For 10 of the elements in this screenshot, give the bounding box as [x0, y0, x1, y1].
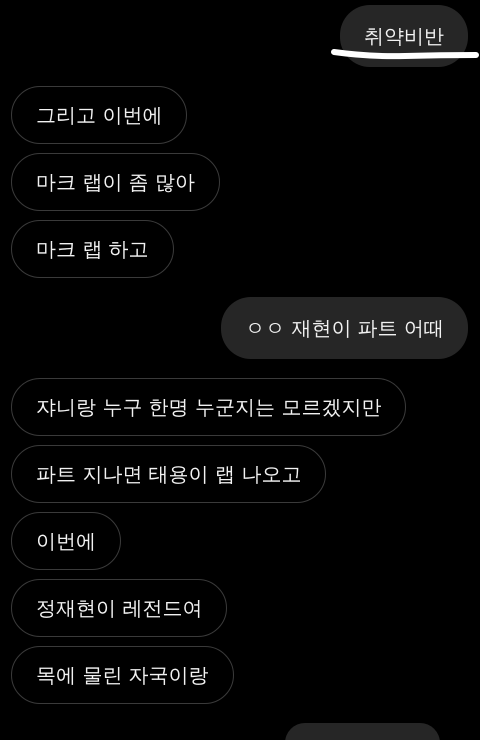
message-bubble: 마크 랩 하고	[11, 220, 174, 278]
message-bubble: 파트 지나면 태용이 랩 나오고	[11, 445, 326, 503]
message-bubble: 쟈니랑 누구 한명 누군지는 모르겠지만	[11, 378, 406, 436]
message-bubble: 목에 물린 자국이랑	[11, 646, 234, 704]
message-bubble: ㅇㅇ 재현이 파트 어때	[220, 297, 468, 359]
message-bubble: 그리고 이번에	[11, 86, 188, 144]
message-bubble: 마크 랩이 좀 많아	[11, 153, 220, 211]
message-bubble: 취약비반	[340, 5, 468, 67]
message-bubble: 이번에	[11, 512, 121, 570]
message-bubble: 정재현이 레전드여	[11, 579, 228, 637]
